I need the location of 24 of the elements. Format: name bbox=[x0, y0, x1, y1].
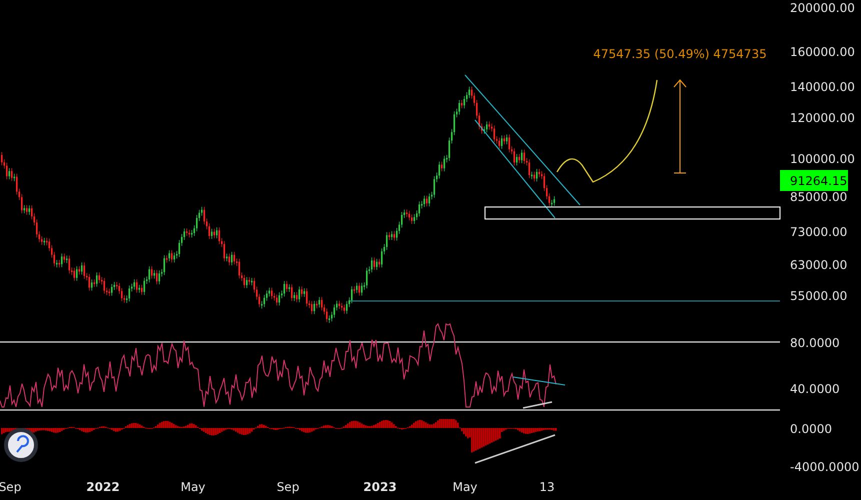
time-axis-label: May bbox=[452, 480, 478, 494]
price-axis-label: 55000.00 bbox=[790, 289, 848, 303]
trend-line bbox=[512, 376, 566, 386]
time-axis-label: 13 bbox=[539, 480, 555, 494]
price-axis-label: 85000.00 bbox=[790, 190, 848, 204]
rsi-axis-label: 80.0000 bbox=[790, 336, 840, 350]
measure-label: 47547.35 (50.49%) 4754735 bbox=[593, 47, 767, 61]
price-axis-label: 100000.00 bbox=[790, 152, 855, 166]
macd-axis-label: -4000.0000 bbox=[790, 460, 860, 474]
time-axis-label: Sep bbox=[276, 480, 300, 494]
macd-axis-label: 0.0000 bbox=[790, 422, 832, 436]
price-axis-label: 200000.00 bbox=[790, 1, 855, 15]
trend-line bbox=[522, 401, 552, 409]
price-axis-label: 63000.00 bbox=[790, 258, 848, 272]
price-axis-label: 73000.00 bbox=[790, 225, 848, 239]
last-price-tag: 91264.15 bbox=[780, 170, 848, 191]
price-axis-label: 140000.00 bbox=[790, 80, 855, 94]
rsi-axis-label: 40.0000 bbox=[790, 382, 840, 396]
logo-icon[interactable] bbox=[4, 428, 38, 462]
time-axis-label: 2023 bbox=[363, 480, 397, 494]
time-axis-label: May bbox=[180, 480, 206, 494]
price-axis-label: 120000.00 bbox=[790, 111, 855, 125]
price-axis-label: 160000.00 bbox=[790, 45, 855, 59]
time-axis-label: 2022 bbox=[86, 480, 120, 494]
